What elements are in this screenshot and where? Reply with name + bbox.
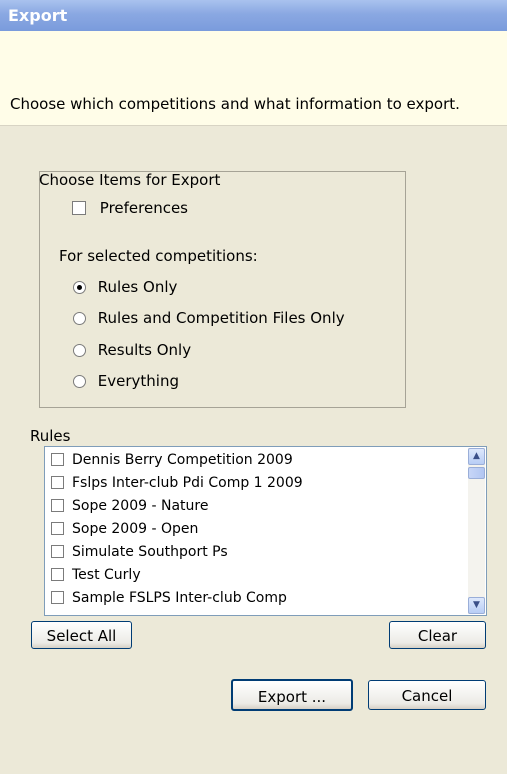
item-label: Test Curly	[72, 567, 141, 583]
radio-label: Rules and Competition Files Only	[97, 309, 345, 327]
item-label: Fslps Inter-club Pdi Comp 1 2009	[72, 475, 303, 491]
radio-indicator[interactable]	[73, 375, 86, 388]
clear-button[interactable]: Clear	[389, 621, 486, 649]
scroll-down-icon[interactable]: ▼	[468, 597, 485, 614]
list-item[interactable]: Sope 2009 - Open	[51, 521, 198, 537]
item-checkbox[interactable]	[51, 499, 64, 512]
list-item[interactable]: Simulate Southport Ps	[51, 544, 228, 560]
selected-competitions-label: For selected competitions:	[59, 247, 258, 265]
list-item[interactable]: Test Curly	[51, 567, 141, 583]
item-checkbox[interactable]	[51, 545, 64, 558]
list-item[interactable]: Sope 2009 - Nature	[51, 498, 208, 514]
window-title: Export	[8, 6, 68, 25]
item-checkbox[interactable]	[51, 522, 64, 535]
instruction-text: Choose which competitions and what infor…	[10, 95, 460, 113]
header-banner: Choose which competitions and what infor…	[0, 31, 507, 126]
item-checkbox[interactable]	[51, 568, 64, 581]
item-checkbox[interactable]	[51, 591, 64, 604]
export-button[interactable]: Export ...	[231, 679, 353, 711]
radio-label: Everything	[97, 372, 179, 390]
item-label: Sope 2009 - Open	[72, 521, 199, 537]
cancel-button[interactable]: Cancel	[368, 680, 486, 710]
item-label: Sample FSLPS Inter-club Comp	[72, 590, 287, 606]
scroll-thumb[interactable]	[468, 467, 485, 479]
preferences-checkbox-box[interactable]	[72, 201, 86, 215]
list-item[interactable]: Dennis Berry Competition 2009	[51, 452, 293, 468]
item-label: Simulate Southport Ps	[72, 544, 228, 560]
list-item[interactable]: Fslps Inter-club Pdi Comp 1 2009	[51, 475, 303, 491]
radio-rules-only[interactable]: Rules Only	[73, 278, 177, 296]
item-checkbox[interactable]	[51, 453, 64, 466]
radio-label: Rules Only	[97, 278, 178, 296]
item-checkbox[interactable]	[51, 476, 64, 489]
group-legend: Choose Items for Export	[39, 171, 221, 189]
list-item[interactable]: Sample FSLPS Inter-club Comp	[51, 590, 287, 606]
preferences-label: Preferences	[99, 199, 189, 217]
title-bar: Export	[0, 0, 507, 31]
rules-listbox[interactable]: Dennis Berry Competition 2009 Fslps Inte…	[44, 446, 487, 616]
scroll-up-icon[interactable]: ▲	[468, 448, 485, 465]
list-scrollbar[interactable]: ▲ ▼	[468, 448, 485, 614]
radio-label: Results Only	[97, 341, 192, 359]
radio-results-only[interactable]: Results Only	[73, 341, 191, 359]
item-label: Sope 2009 - Nature	[72, 498, 209, 514]
radio-rules-and-competition-files[interactable]: Rules and Competition Files Only	[73, 309, 345, 327]
rules-label: Rules	[30, 427, 71, 445]
radio-indicator[interactable]	[73, 344, 86, 357]
select-all-button[interactable]: Select All	[31, 621, 132, 649]
item-label: Dennis Berry Competition 2009	[72, 452, 293, 468]
preferences-checkbox[interactable]: Preferences	[72, 199, 188, 217]
radio-everything[interactable]: Everything	[73, 372, 179, 390]
radio-indicator[interactable]	[73, 281, 86, 294]
radio-indicator[interactable]	[73, 312, 86, 325]
